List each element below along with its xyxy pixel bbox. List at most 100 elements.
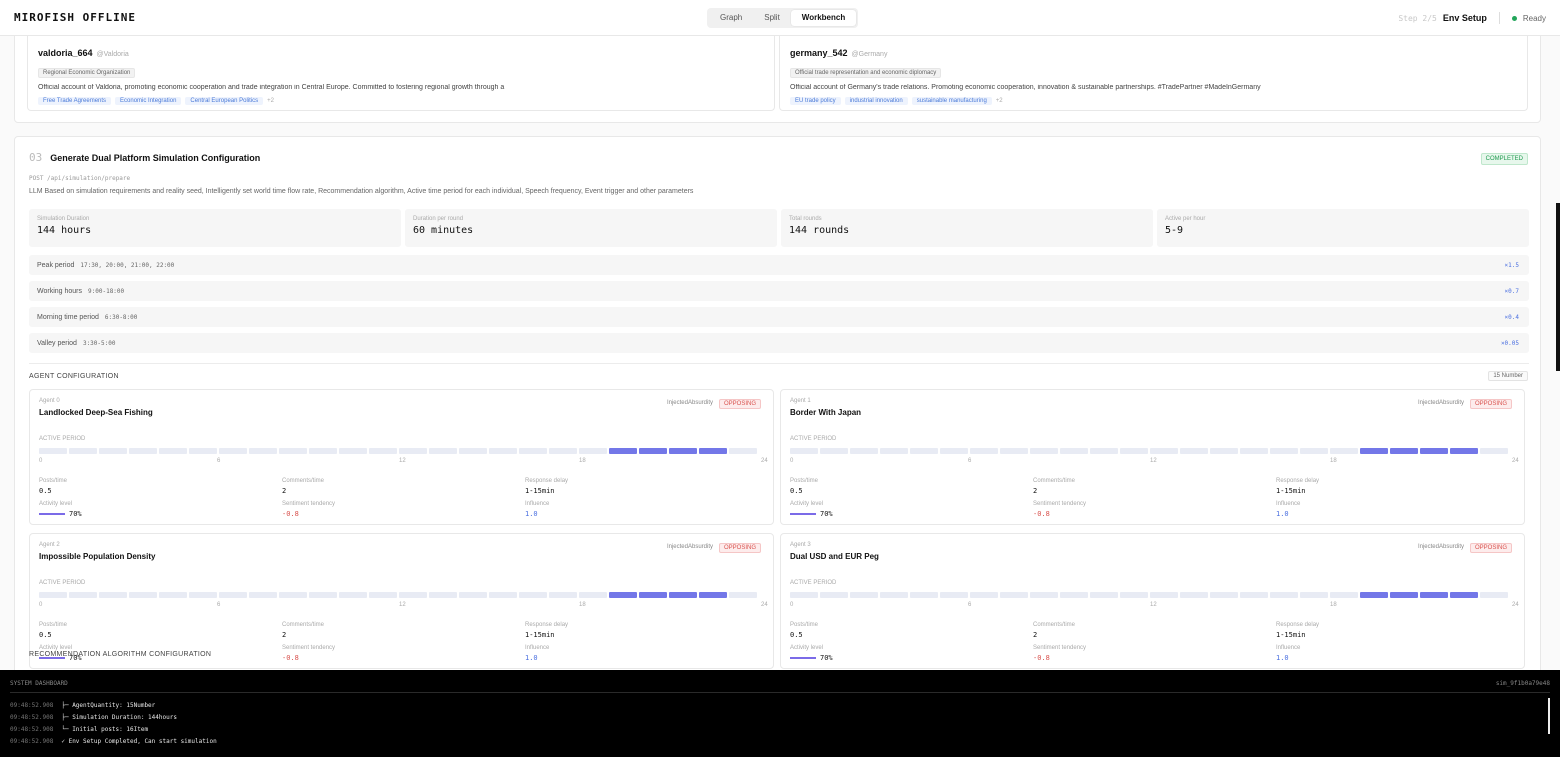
metric-response-delay: Response delay 1-15min [1276, 622, 1319, 639]
metric-value: -0.8 [282, 510, 299, 518]
agent-card[interactable]: Agent 2 Impossible Population Density In… [29, 533, 774, 669]
profile-role: Regional Economic Organization [38, 68, 136, 78]
hour-cell-active [609, 448, 637, 454]
step-title: Generate Dual Platform Simulation Config… [50, 153, 261, 163]
system-log-console: SYSTEM DASHBOARD sim_9f1b0a79e48 09:48:5… [0, 670, 1560, 757]
hour-cell-active [1360, 448, 1388, 454]
agent-type: InjectedAbsurdity [666, 400, 713, 406]
step-number: 03 [29, 151, 43, 164]
agent-id: Agent 0 [39, 398, 60, 404]
workbench-panel[interactable]: valdoria_664 @Valdoria Regional Economic … [0, 36, 1560, 670]
agent-type: InjectedAbsurdity [1417, 544, 1464, 550]
active-period-label: ACTIVE PERIOD [790, 436, 837, 442]
hour-tick-label: 6 [217, 458, 221, 464]
hour-cell [1060, 448, 1088, 454]
hour-cell [489, 448, 517, 454]
hour-cell [1000, 448, 1028, 454]
metric-label: Activity level [39, 501, 73, 507]
tab-workbench[interactable]: Workbench [790, 10, 857, 26]
metric-value: -0.8 [1033, 510, 1050, 518]
console-scrollbar[interactable] [1548, 698, 1550, 734]
hour-cell [1210, 592, 1238, 598]
metric-label: Comments/time [282, 478, 325, 484]
period-label: Morning time period [37, 313, 99, 321]
log-timestamp: 09:48:52.908 [10, 726, 54, 733]
metric-influence: Influence 1.0 [1276, 501, 1300, 518]
hour-cell [99, 592, 127, 598]
hour-cell [519, 448, 547, 454]
stat-label: Active per hour [1165, 216, 1206, 222]
metric-value: 1-15min [1276, 487, 1306, 495]
metric-label: Sentiment tendency [282, 501, 336, 507]
hour-cell [249, 592, 277, 598]
metric-activity: Activity level 70% [39, 501, 82, 518]
agent-card[interactable]: Agent 1 Border With Japan InjectedAbsurd… [780, 389, 1525, 525]
hour-tick-label: 24 [1512, 602, 1519, 608]
activity-value: 70% [820, 510, 833, 518]
section-divider [29, 363, 1529, 364]
hour-cell [399, 592, 427, 598]
hour-cell [1480, 592, 1508, 598]
log-message: └─ Initial posts: 16Item [61, 726, 149, 733]
hour-cell [910, 592, 938, 598]
agent-id: Agent 1 [790, 398, 811, 404]
metric-value: 70% [790, 510, 833, 518]
hour-cell [219, 448, 247, 454]
hour-tick-label: 0 [790, 458, 794, 464]
metric-value: 1-15min [525, 487, 555, 495]
agent-type: InjectedAbsurdity [666, 544, 713, 550]
metric-label: Influence [525, 501, 550, 507]
metric-sentiment: Sentiment tendency -0.8 [282, 501, 335, 518]
agent-config-title: AGENT CONFIGURATION [29, 373, 119, 380]
period-label: Working hours [37, 287, 83, 295]
profile-card[interactable]: valdoria_664 @Valdoria Regional Economic … [27, 36, 775, 111]
profile-tags-more: +2 [267, 98, 274, 104]
metric-comments: Comments/time 2 [1033, 622, 1075, 639]
metric-value: 0.5 [39, 631, 52, 639]
log-line: 09:48:52.908 ├─ Simulation Duration: 144h… [10, 712, 217, 724]
console-session-id: sim_9f1b0a79e48 [1495, 680, 1550, 687]
hour-cell [129, 592, 157, 598]
agent-id: Agent 3 [790, 542, 811, 548]
profile-username: germany_542 [790, 48, 848, 58]
hour-cell [429, 448, 457, 454]
log-message: ├─ AgentQuantity: 15Number [61, 702, 156, 709]
metric-posts: Posts/time 0.5 [39, 478, 67, 495]
active-hours-bar [39, 592, 757, 598]
hour-cell-active [699, 592, 727, 598]
profile-tag: industrial innovation [844, 97, 908, 105]
hour-cell [1030, 592, 1058, 598]
metric-value: -0.8 [282, 654, 299, 662]
activity-level-bar [790, 513, 816, 515]
agent-card[interactable]: Agent 0 Landlocked Deep-Sea Fishing Inje… [29, 389, 774, 525]
agent-card[interactable]: Agent 3 Dual USD and EUR Peg InjectedAbs… [780, 533, 1525, 669]
metric-label: Response delay [1276, 478, 1320, 484]
hour-cell-active [669, 592, 697, 598]
metric-label: Comments/time [1033, 478, 1076, 484]
hour-cell [970, 592, 998, 598]
period-time: 6:30-8:00 [104, 313, 138, 321]
stance-badge: OPPOSING [1469, 543, 1512, 553]
metric-value: 1-15min [525, 631, 555, 639]
metric-label: Posts/time [39, 622, 68, 628]
hour-tick-label: 6 [968, 602, 972, 608]
recommendation-config-title: RECOMMENDATION ALGORITHM CONFIGURATION [29, 651, 212, 658]
hour-tick-label: 12 [399, 602, 406, 608]
page-scrollbar[interactable] [1556, 203, 1560, 371]
hour-cell [1060, 592, 1088, 598]
metric-label: Activity level [790, 645, 824, 651]
hour-cell [790, 448, 818, 454]
period-row-peak: Peak period 17:30, 20:00, 21:00, 22:00 ×… [29, 255, 1529, 275]
hour-cell [850, 448, 878, 454]
profile-card[interactable]: germany_542 @Germany Official trade repre… [779, 36, 1528, 111]
hour-tick-label: 18 [1330, 602, 1337, 608]
tab-split[interactable]: Split [753, 10, 791, 26]
hour-cell [1180, 448, 1208, 454]
agent-name: Landlocked Deep-Sea Fishing [39, 408, 153, 417]
profile-role: Official trade representation and econom… [790, 68, 942, 78]
metric-label: Response delay [525, 622, 569, 628]
hour-cell [219, 592, 247, 598]
stat-value: 144 hours [37, 225, 92, 236]
tab-graph[interactable]: Graph [709, 10, 753, 26]
hour-cell-active [639, 592, 667, 598]
